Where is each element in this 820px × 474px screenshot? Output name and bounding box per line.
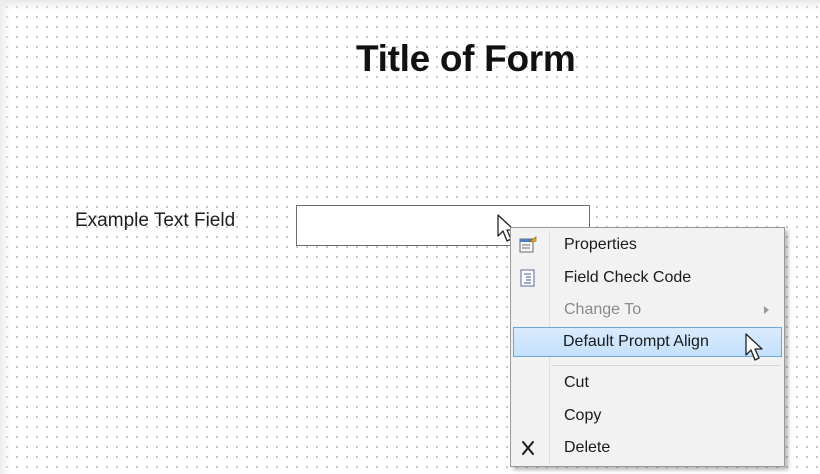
menu-item-label: Cut	[564, 374, 589, 391]
field-prompt-label[interactable]: Example Text Field	[75, 210, 235, 232]
menu-item-label: Field Check Code	[564, 269, 692, 286]
canvas-top-shadow	[0, 0, 820, 10]
properties-icon	[519, 236, 537, 253]
menu-item-properties[interactable]: Properties	[513, 230, 782, 260]
menu-item-label: Copy	[564, 407, 602, 424]
menu-item-default-prompt-align[interactable]: Default Prompt Align	[513, 327, 782, 357]
canvas-left-shadow	[0, 0, 10, 474]
code-document-icon	[520, 269, 535, 287]
menu-item-label: Properties	[564, 236, 637, 253]
menu-item-label: Delete	[564, 439, 611, 456]
form-title[interactable]: Title of Form	[356, 38, 576, 80]
menu-item-cut[interactable]: Cut	[513, 368, 782, 398]
menu-item-copy[interactable]: Copy	[513, 401, 782, 431]
menu-item-label: Change To	[564, 301, 642, 318]
menu-item-delete[interactable]: Delete	[513, 433, 782, 463]
submenu-arrow-icon	[764, 306, 769, 314]
delete-x-icon	[522, 441, 534, 455]
context-menu: Properties Field Check Code Change To De…	[510, 227, 785, 467]
mouse-pointer-icon	[745, 333, 763, 361]
menu-item-label: Default Prompt Align	[563, 333, 709, 350]
menu-item-field-check-code[interactable]: Field Check Code	[513, 263, 782, 293]
menu-item-change-to[interactable]: Change To	[513, 295, 782, 325]
menu-separator	[551, 365, 780, 366]
